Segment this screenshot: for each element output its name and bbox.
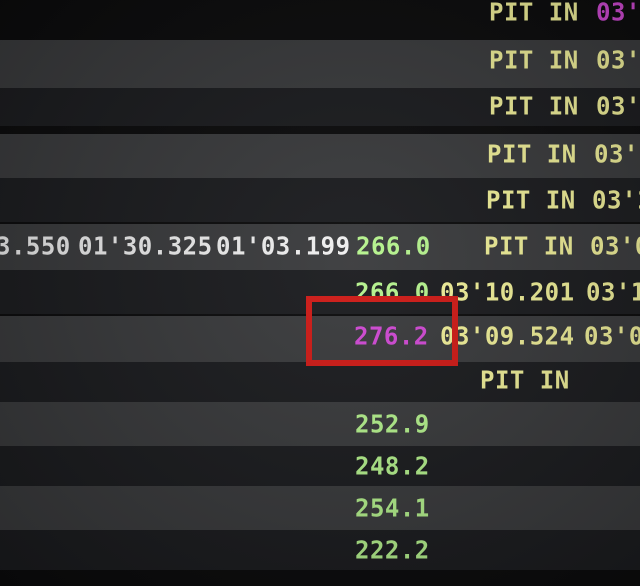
row-band — [0, 446, 640, 486]
pit-in-label: PIT IN — [489, 45, 579, 75]
pit-in-label: PIT IN — [480, 365, 570, 395]
pit-in-label: PIT IN — [487, 139, 577, 169]
lap-time: 01'03.199 — [216, 231, 351, 261]
sector-time: 3.550 — [0, 231, 71, 261]
timing-screen: PIT IN 03' PIT IN 03'0 PIT IN 03'0 PIT I… — [0, 0, 640, 586]
lap-time-partial: 03'1 — [586, 277, 640, 307]
row-band — [0, 486, 640, 530]
row-band — [0, 402, 640, 446]
lap-time-partial: 03'0 — [584, 321, 640, 351]
lap-time: 03'10.201 — [440, 277, 575, 307]
lap-time: 01'30.325 — [78, 231, 213, 261]
speed-value: 252.9 — [355, 409, 430, 439]
pit-in-label: PIT IN — [486, 185, 576, 215]
row-band — [0, 530, 640, 570]
speed-value: 266.0 — [356, 231, 431, 261]
speed-value: 222.2 — [355, 535, 430, 565]
lap-time-partial: 03'1 — [592, 185, 640, 215]
lap-time-partial: 03'0 — [590, 231, 640, 261]
pit-in-label: PIT IN — [484, 231, 574, 261]
speed-value: 254.1 — [355, 493, 430, 523]
pit-in-label: PIT IN — [489, 91, 579, 121]
pit-in-label: PIT IN — [489, 0, 579, 27]
lap-time-partial: 03'0 — [596, 45, 640, 75]
lap-time: 03'09.524 — [440, 321, 575, 351]
highlight-box — [306, 296, 458, 366]
speed-value: 248.2 — [355, 451, 430, 481]
lap-time-partial: 03'0 — [596, 91, 640, 121]
lap-time-partial: 03' — [596, 0, 640, 27]
lap-time-partial: 03'1 — [594, 139, 640, 169]
